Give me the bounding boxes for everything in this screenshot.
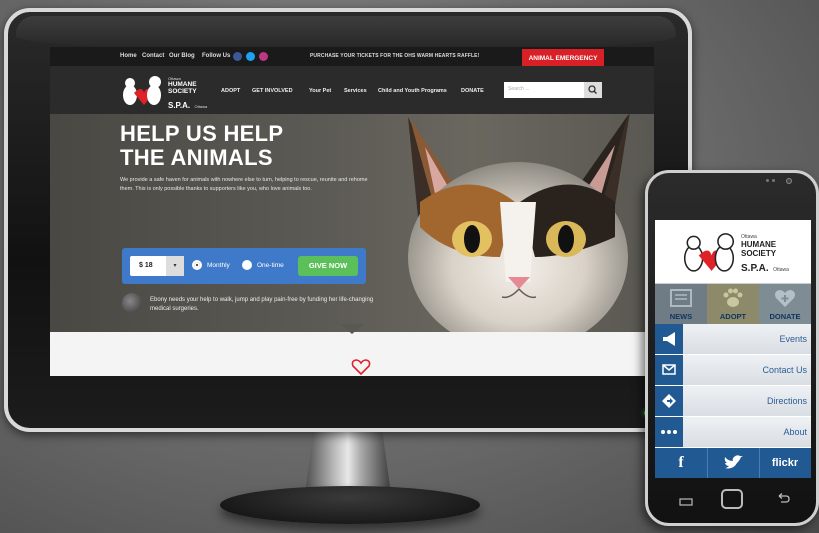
mobile-app: Ottawa HUMANE SOCIETY S.P.A. Ottawa NEWS <box>655 220 811 478</box>
mobile-tiles: NEWS ADOPT DONATE <box>655 284 811 324</box>
amount-select[interactable]: $ 18 ▾ <box>130 256 184 276</box>
mobile-logo-text[interactable]: Ottawa HUMANE SOCIETY S.P.A. Ottawa <box>741 234 789 276</box>
monthly-label: Monthly <box>207 262 230 269</box>
nav-donate[interactable]: DONATE <box>461 88 484 94</box>
megaphone-icon <box>655 324 683 354</box>
tile-donate[interactable]: DONATE <box>759 284 811 324</box>
logo-animals-icon[interactable] <box>120 73 164 109</box>
tile-adopt[interactable]: ADOPT <box>707 284 759 324</box>
nav-child-youth[interactable]: Child and Youth Programs <box>378 88 447 94</box>
one-time-label: One-time <box>257 262 284 269</box>
twitter-icon[interactable] <box>246 52 255 61</box>
mobile-logo-line2: SOCIETY <box>741 249 777 258</box>
search-placeholder: Search ... <box>508 86 530 92</box>
mobile-logo-line1: HUMANE <box>741 240 777 249</box>
search-button[interactable] <box>584 82 602 98</box>
menu-about[interactable]: About <box>655 417 811 447</box>
one-time-radio[interactable] <box>242 260 252 270</box>
menu-row-bg: About <box>683 417 811 447</box>
menu-directions[interactable]: Directions <box>655 386 811 416</box>
section-pointer <box>340 324 364 334</box>
back-button[interactable] <box>775 492 791 506</box>
paw-icon <box>723 288 743 307</box>
monthly-radio[interactable] <box>192 260 202 270</box>
tile-news[interactable]: NEWS <box>655 284 707 324</box>
phone-camera <box>786 178 792 184</box>
newspaper-icon <box>670 289 692 307</box>
contact-link[interactable]: Contact <box>142 53 164 59</box>
logo-line2: SOCIETY <box>168 88 197 95</box>
amount-value: $ 18 <box>139 262 153 269</box>
nav-your-pet[interactable]: Your Pet <box>309 88 331 94</box>
heart-plus-icon <box>775 290 795 307</box>
hero-title-line1: HELP US HELP <box>120 121 284 146</box>
avatar <box>122 293 142 313</box>
menu-row-bg: Contact Us <box>683 355 811 385</box>
nav-adopt[interactable]: ADOPT <box>221 88 240 94</box>
utility-bar: Home Contact Our Blog Follow Us PURCHASE… <box>50 47 654 68</box>
donation-form: $ 18 ▾ Monthly One-time GIVE NOW <box>122 248 366 284</box>
heart-icon <box>351 359 371 376</box>
menu-about-label: About <box>783 427 807 437</box>
follow-us-label: Follow Us <box>202 53 231 59</box>
menu-events[interactable]: Events <box>655 324 811 354</box>
monitor-glare <box>16 16 676 50</box>
twitter-bird-icon[interactable] <box>707 448 759 478</box>
facebook-icon[interactable] <box>233 52 242 61</box>
tile-news-label: NEWS <box>669 312 693 321</box>
phone-sensor <box>766 179 769 182</box>
directions-icon <box>655 386 683 416</box>
blog-link[interactable]: Our Blog <box>169 53 195 59</box>
tile-donate-label: DONATE <box>769 312 801 321</box>
mobile-logo-city-fr: Ottawa <box>773 267 789 273</box>
monitor-stand-base <box>220 486 480 524</box>
give-now-button[interactable]: GIVE NOW <box>298 256 358 276</box>
tile-adopt-label: ADOPT <box>719 312 747 321</box>
home-link[interactable]: Home <box>120 53 137 59</box>
mobile-social-bar: f flickr <box>655 448 811 478</box>
search-input[interactable]: Search ... <box>504 82 602 98</box>
ebony-story-link[interactable]: Ebony needs your help to walk, jump and … <box>150 296 390 314</box>
menu-events-label: Events <box>779 334 807 344</box>
menu-row-bg: Events <box>683 324 811 354</box>
chevron-down-icon[interactable]: ▾ <box>166 256 184 276</box>
flickr-link[interactable]: flickr <box>759 448 811 478</box>
nav-services[interactable]: Services <box>344 88 367 94</box>
hero-title: HELP US HELP THE ANIMALS <box>120 122 360 170</box>
recent-apps-button[interactable] <box>679 494 693 506</box>
instagram-icon[interactable] <box>259 52 268 61</box>
desktop-website: Home Contact Our Blog Follow Us PURCHASE… <box>50 47 654 376</box>
menu-row-bg: Directions <box>683 386 811 416</box>
logo-text[interactable]: Ottawa HUMANE SOCIETY S.P.A. Ottawa <box>168 76 207 113</box>
phone-sensor <box>772 179 775 182</box>
menu-contact-us[interactable]: Contact Us <box>655 355 811 385</box>
logo-line1: HUMANE <box>168 81 197 88</box>
monitor-stand-neck <box>305 432 391 494</box>
logo-city-fr: Ottawa <box>194 104 208 109</box>
mobile-header: Ottawa HUMANE SOCIETY S.P.A. Ottawa <box>655 220 811 284</box>
hero-title-line2: THE ANIMALS <box>120 145 273 170</box>
logo-animals-icon[interactable] <box>679 230 739 276</box>
cat-photo <box>408 112 630 332</box>
logo-spa: S.P.A. <box>168 101 191 110</box>
envelope-icon <box>655 355 683 385</box>
nav-get-involved[interactable]: GET INVOLVED <box>252 88 293 94</box>
search-icon <box>588 85 597 94</box>
facebook-icon[interactable]: f <box>655 448 707 478</box>
ellipsis-icon <box>655 417 683 447</box>
menu-directions-label: Directions <box>766 396 807 406</box>
menu-contact-label: Contact Us <box>762 365 807 375</box>
mobile-logo-spa: S.P.A. <box>741 263 769 274</box>
hero-description: We provide a safe haven for animals with… <box>120 177 368 192</box>
home-button[interactable] <box>721 489 743 509</box>
raffle-link[interactable]: PURCHASE YOUR TICKETS FOR THE OHS WARM H… <box>310 53 479 59</box>
